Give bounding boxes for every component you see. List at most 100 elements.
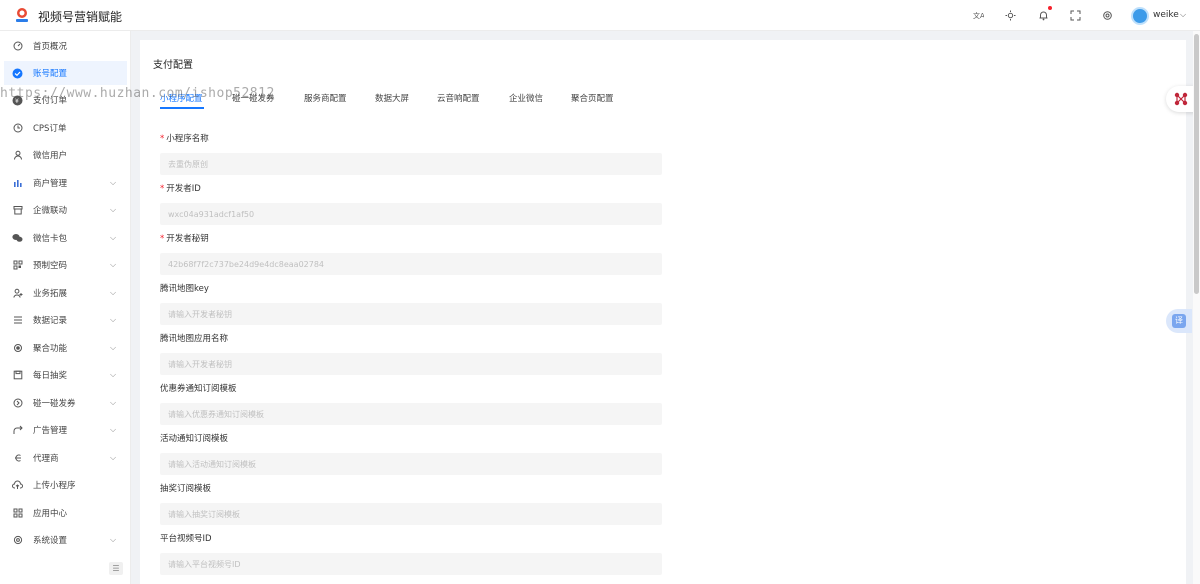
sidebar-item-dashboard[interactable]: 首页概况 [4, 34, 127, 58]
developer-id-input[interactable]: wxc04a931adcf1af50 [160, 203, 662, 225]
list-icon [12, 315, 23, 326]
network-icon [1174, 92, 1188, 106]
archive-icon [12, 205, 23, 216]
sidebar-item-label: 商户管理 [33, 179, 68, 189]
sidebar-item-agent[interactable]: 代理商 ⌵ [4, 446, 127, 470]
fullscreen-icon[interactable] [1069, 9, 1082, 22]
sidebar-item-label: 应用中心 [33, 509, 68, 519]
sidebar-item-wecom-link[interactable]: 企微联动 ⌵ [4, 198, 127, 222]
sidebar-item-wechat-cards[interactable]: 微信卡包 ⌵ [4, 226, 127, 250]
sidebar-item-data-records[interactable]: 数据记录 ⌵ [4, 308, 127, 332]
sidebar-item-system-settings[interactable]: 系统设置 ⌵ [4, 528, 127, 552]
sidebar-item-wechat-users[interactable]: 微信用户 [4, 143, 127, 167]
sidebar-item-account-config[interactable]: 账号配置 [4, 61, 127, 85]
sidebar-item-ad-mgmt[interactable]: 广告管理 ⌵ [4, 418, 127, 442]
developer-secret-input[interactable]: 42b68f7f2c737be24d9e4dc8eaa02784 [160, 253, 662, 275]
sidebar-item-label: 企微联动 [33, 206, 68, 216]
chevron-down-icon: ⌵ [110, 178, 117, 187]
tab-cloud-speaker-config[interactable]: 云音响配置 [437, 92, 480, 104]
chevron-down-icon[interactable]: ⌵ [1180, 10, 1186, 20]
field-label-developer-secret: * 开发者秘钥 [160, 234, 209, 244]
bell-icon[interactable] [1037, 6, 1052, 22]
translate-float-icon: 译 [1172, 314, 1186, 328]
field-label-developer-id: * 开发者ID [160, 184, 201, 194]
floating-tool-button[interactable] [1166, 86, 1196, 112]
menu-fold-icon: ☰ [112, 564, 120, 573]
svg-text:文A: 文A [973, 11, 984, 20]
sidebar-item-cps-orders[interactable]: CPS订单 [4, 116, 127, 140]
sidebar-item-upload-miniprogram[interactable]: 上传小程序 [4, 473, 127, 497]
save-icon [12, 370, 23, 381]
sidebar-item-label: 首页概况 [33, 42, 68, 52]
chevron-down-icon: ⌵ [110, 535, 117, 544]
gear-icon [12, 535, 23, 546]
active-tab-indicator [160, 107, 204, 109]
user-add-icon [12, 288, 23, 299]
field-label-lottery-template: 抽奖订阅模板 [160, 484, 212, 494]
tab-service-provider-config[interactable]: 服务商配置 [304, 92, 347, 104]
settings-icon[interactable] [1101, 9, 1114, 22]
sidebar-item-label: CPS订单 [33, 124, 67, 134]
sidebar-collapse-button[interactable]: ☰ [109, 562, 123, 575]
sidebar-item-aggregate[interactable]: 聚合功能 ⌵ [4, 336, 127, 360]
sidebar-item-label: 账号配置 [33, 69, 68, 79]
chevron-down-icon: ⌵ [110, 398, 117, 407]
share-icon [12, 425, 23, 436]
tab-data-screen[interactable]: 数据大屏 [375, 92, 409, 104]
sidebar-item-label: 微信用户 [33, 151, 68, 161]
user-avatar[interactable] [1131, 7, 1149, 25]
agent-icon [12, 453, 23, 464]
sidebar-item-label: 数据记录 [33, 316, 68, 326]
sidebar-item-label: 代理商 [33, 454, 59, 464]
chevron-down-icon: ⌵ [110, 425, 117, 434]
sidebar-item-label: 聚合功能 [33, 344, 68, 354]
sidebar-item-preset-codes[interactable]: 预制空码 ⌵ [4, 253, 127, 277]
miniprogram-name-input[interactable]: 去重伪原创 [160, 153, 662, 175]
lottery-template-input[interactable]: 请输入抽奖订阅模板 [160, 503, 662, 525]
field-label-channel-id: 平台视频号ID [160, 534, 212, 544]
chevron-down-icon: ⌵ [110, 260, 117, 269]
apps-icon [12, 508, 23, 519]
coupon-template-input[interactable]: 请输入优惠券通知订阅模板 [160, 403, 662, 425]
theme-icon[interactable] [1004, 9, 1017, 22]
channel-id-input[interactable]: 请输入平台视频号ID [160, 553, 662, 575]
top-header: 视频号营销赋能 文A weike ⌵ [0, 0, 1200, 31]
chevron-down-icon: ⌵ [110, 453, 117, 462]
account-config-icon [12, 68, 23, 79]
sidebar-item-daily-lottery[interactable]: 每日抽奖 ⌵ [4, 363, 127, 387]
watermark-text: https://www.huzhan.com/ishop52812 [0, 86, 275, 101]
sidebar-item-label: 上传小程序 [33, 481, 76, 491]
app-title: 视频号营销赋能 [38, 10, 123, 24]
translate-icon[interactable]: 文A [972, 9, 985, 22]
sidebar-item-tap-coupon[interactable]: 碰一碰发券 ⌵ [4, 391, 127, 415]
field-label-coupon-template: 优惠券通知订阅模板 [160, 384, 237, 394]
tab-aggregate-page-config[interactable]: 聚合页配置 [571, 92, 614, 104]
required-mark: * [160, 134, 165, 144]
translate-float-button[interactable]: 译 [1166, 309, 1192, 333]
tab-enterprise-wechat[interactable]: 企业微信 [509, 92, 543, 104]
sidebar-item-label: 预制空码 [33, 261, 68, 271]
notification-dot [1048, 6, 1052, 10]
tencent-map-key-input[interactable]: 请输入开发者秘钥 [160, 303, 662, 325]
sidebar-item-business-expansion[interactable]: 业务拓展 ⌵ [4, 281, 127, 305]
sidebar: 首页概况 账号配置 ¥ 支付订单 CPS订单 微信用户 商户管理 ⌵ 企微联动 … [0, 31, 131, 584]
sidebar-item-merchant-mgmt[interactable]: 商户管理 ⌵ [4, 171, 127, 195]
page-scrollbar-thumb[interactable] [1194, 34, 1199, 294]
field-label-tencent-map-key: 腾讯地图key [160, 284, 209, 294]
sidebar-item-label: 系统设置 [33, 536, 68, 546]
app-logo [16, 8, 28, 22]
sidebar-item-app-center[interactable]: 应用中心 [4, 501, 127, 525]
username[interactable]: weike [1153, 10, 1179, 20]
dashboard-icon [12, 41, 23, 52]
required-mark: * [160, 234, 165, 244]
user-icon [12, 150, 23, 161]
main-card: 支付配置 小程序配置 碰一碰发券 服务商配置 数据大屏 云音响配置 企业微信 聚… [140, 40, 1186, 584]
circle-arrow-icon [12, 398, 23, 409]
sidebar-item-label: 广告管理 [33, 426, 68, 436]
cloud-upload-icon [12, 480, 23, 491]
sidebar-item-label: 碰一碰发券 [33, 399, 76, 409]
sidebar-item-label: 业务拓展 [33, 289, 68, 299]
activity-template-input[interactable]: 请输入活动通知订阅模板 [160, 453, 662, 475]
tencent-map-app-name-input[interactable]: 请输入开发者秘钥 [160, 353, 662, 375]
chevron-down-icon: ⌵ [110, 315, 117, 324]
